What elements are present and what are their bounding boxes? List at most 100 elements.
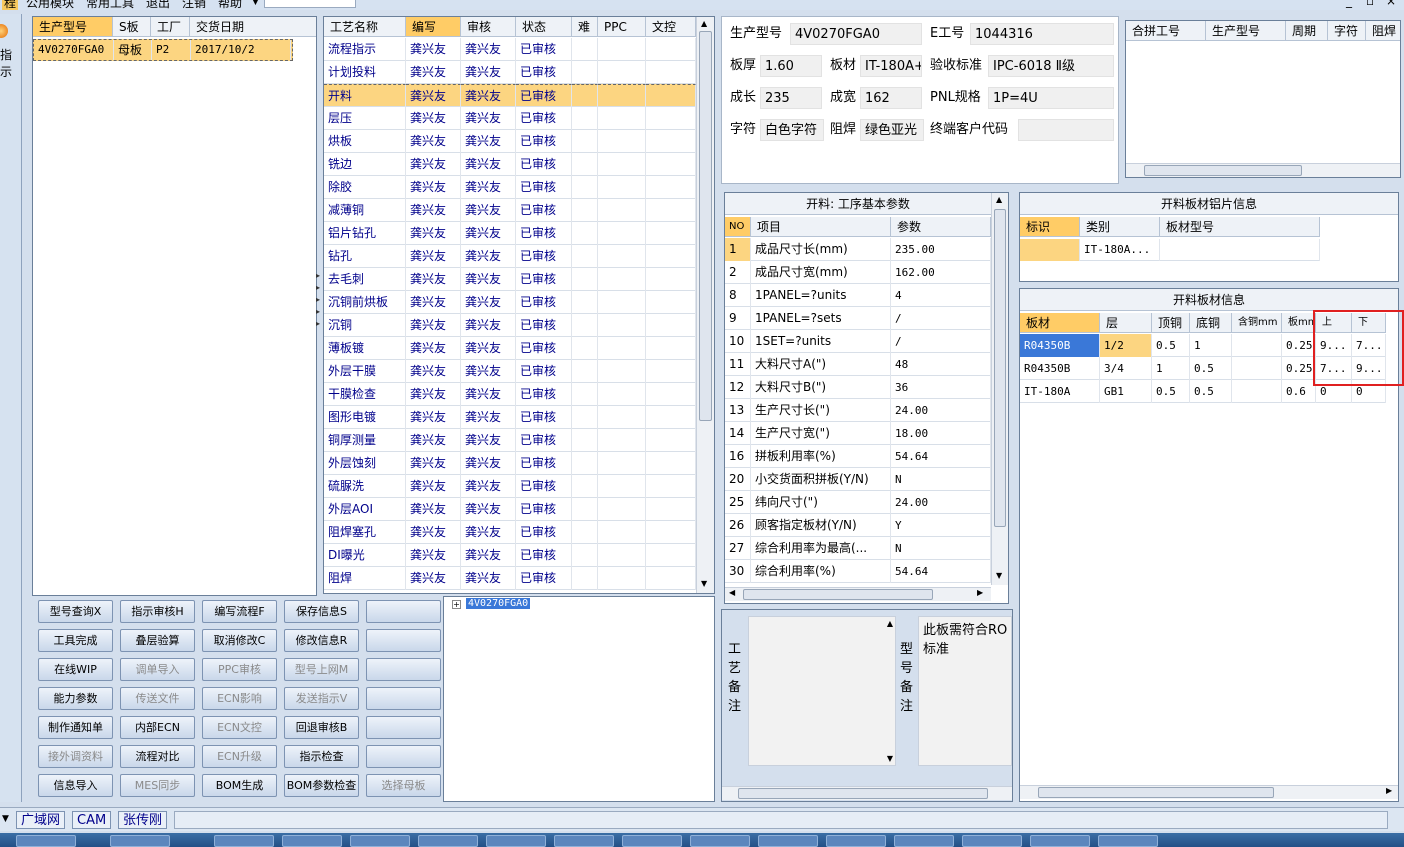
network-tag[interactable]: 广域网 xyxy=(16,811,66,829)
factory-col-header[interactable]: 工厂 xyxy=(151,17,190,37)
param-row[interactable]: 14 生产尺寸宽(") 18.00 xyxy=(725,422,991,445)
delivery-col-header[interactable]: 交货日期 xyxy=(190,17,316,37)
process-row[interactable]: 硫脲洗 龚兴友 龚兴友 已审核 xyxy=(324,475,696,498)
button-1-1[interactable]: 叠层验算 xyxy=(120,629,195,652)
button-4-2[interactable]: ECN文控 xyxy=(202,716,277,739)
writer-col-header[interactable]: 编写 xyxy=(406,17,461,37)
params-value-header[interactable]: 参数 xyxy=(891,217,991,237)
process-row[interactable]: 开料 龚兴友 龚兴友 已审核 xyxy=(324,84,696,107)
blank-button[interactable] xyxy=(366,629,441,652)
combine-no-header[interactable]: 合拼工号 xyxy=(1126,21,1206,41)
sheet-col-header[interactable]: 层 xyxy=(1100,313,1152,333)
process-row[interactable]: 图形电镀 龚兴友 龚兴友 已审核 xyxy=(324,406,696,429)
process-row[interactable]: 外层蚀刻 龚兴友 龚兴友 已审核 xyxy=(324,452,696,475)
process-row[interactable]: 阻焊 龚兴友 龚兴友 已审核 xyxy=(324,567,696,590)
scroll-thumb[interactable] xyxy=(743,589,933,600)
scroll-right-icon[interactable]: ▶ xyxy=(1386,786,1392,795)
sheet-col-header[interactable]: 含铜mm xyxy=(1232,313,1282,333)
scroll-up-icon[interactable]: ▲ xyxy=(887,619,893,628)
button-3-3[interactable]: 发送指示V xyxy=(284,687,359,710)
button-5-0[interactable]: 接外调资料 xyxy=(38,745,113,768)
param-row[interactable]: 9 1PANEL=?sets / xyxy=(725,307,991,330)
param-row[interactable]: 1 成品尺寸长(mm) 235.00 xyxy=(725,238,991,261)
process-row[interactable]: 减薄铜 龚兴友 龚兴友 已审核 xyxy=(324,199,696,222)
instruction-icon[interactable] xyxy=(0,24,8,38)
combine-period-header[interactable]: 周期 xyxy=(1286,21,1328,41)
button-6-1[interactable]: MES同步 xyxy=(120,774,195,797)
sheet-col-header[interactable]: 板mm xyxy=(1282,313,1316,333)
alu-model-header[interactable]: 板材型号 xyxy=(1160,217,1320,237)
button-6-0[interactable]: 信息导入 xyxy=(38,774,113,797)
char-field[interactable]: 白色字符 xyxy=(760,119,824,141)
taskbar-item[interactable] xyxy=(214,835,274,847)
process-row[interactable]: 薄板镀 龚兴友 龚兴友 已审核 xyxy=(324,337,696,360)
button-0-0[interactable]: 型号查询X xyxy=(38,600,113,623)
combine-char-header[interactable]: 字符 xyxy=(1328,21,1366,41)
param-row[interactable]: 27 综合利用率为最高(... N xyxy=(725,537,991,560)
scroll-thumb[interactable] xyxy=(738,788,988,799)
left-strip-label[interactable]: 指示 xyxy=(0,46,21,80)
taskbar-item[interactable] xyxy=(110,835,170,847)
user-tag[interactable]: 张传刚 xyxy=(118,811,168,829)
blank-button[interactable] xyxy=(366,687,441,710)
width-field[interactable]: 162 xyxy=(860,87,922,109)
params-no-header[interactable]: NO xyxy=(725,217,751,237)
taskbar-item[interactable] xyxy=(1030,835,1090,847)
sheet-col-header[interactable]: 底铜 xyxy=(1190,313,1232,333)
menu-item-program[interactable]: 程 xyxy=(2,0,19,10)
splitter-handle[interactable]: ▸ ▸ ▸ ▸ ▸ xyxy=(316,270,322,340)
button-4-3[interactable]: 回退审核B xyxy=(284,716,359,739)
model-col-header[interactable]: 生产型号 xyxy=(33,17,113,37)
sboard-col-header[interactable]: S板 xyxy=(113,17,151,37)
scroll-thumb[interactable] xyxy=(699,31,712,421)
button-5-1[interactable]: 流程对比 xyxy=(120,745,195,768)
button-3-1[interactable]: 传送文件 xyxy=(120,687,195,710)
param-row[interactable]: 8 1PANEL=?units 4 xyxy=(725,284,991,307)
scroll-right-icon[interactable]: ▶ xyxy=(977,588,983,597)
menu-item-common[interactable]: 公用模块 xyxy=(26,0,74,10)
button-1-0[interactable]: 工具完成 xyxy=(38,629,113,652)
accept-field[interactable]: IPC-6018 Ⅱ级 xyxy=(988,55,1114,77)
menu-item-help[interactable]: 帮助 xyxy=(218,0,242,10)
param-row[interactable]: 2 成品尺寸宽(mm) 162.00 xyxy=(725,261,991,284)
taskbar-item[interactable] xyxy=(350,835,410,847)
combine-mask-header[interactable]: 阻焊 xyxy=(1366,21,1400,41)
process-row[interactable]: 去毛刺 龚兴友 龚兴友 已审核 xyxy=(324,268,696,291)
param-row[interactable]: 10 1SET=?units / xyxy=(725,330,991,353)
param-row[interactable]: 25 纬向尺寸(") 24.00 xyxy=(725,491,991,514)
process-row[interactable]: 除胶 龚兴友 龚兴友 已审核 xyxy=(324,176,696,199)
scroll-thumb[interactable] xyxy=(994,209,1006,527)
menu-item-tools[interactable]: 常用工具 xyxy=(86,0,134,10)
process-row[interactable]: 铣边 龚兴友 龚兴友 已审核 xyxy=(324,153,696,176)
craft-remark-input[interactable]: ▲ ▼ xyxy=(748,616,896,766)
doc-control-col-header[interactable]: 文控 xyxy=(646,17,696,37)
process-row[interactable]: 干膜检查 龚兴友 龚兴友 已审核 xyxy=(324,383,696,406)
scroll-down-icon[interactable]: ▼ xyxy=(887,754,893,763)
minimize-icon[interactable]: _ xyxy=(1346,0,1352,8)
button-6-4[interactable]: 选择母板 xyxy=(366,774,441,797)
scroll-up-icon[interactable]: ▲ xyxy=(996,195,1002,204)
process-row[interactable]: 钻孔 龚兴友 龚兴友 已审核 xyxy=(324,245,696,268)
button-3-2[interactable]: ECN影响 xyxy=(202,687,277,710)
blank-button[interactable] xyxy=(366,745,441,768)
scroll-up-icon[interactable]: ▲ xyxy=(701,19,707,28)
status-col-header[interactable]: 状态 xyxy=(516,17,572,37)
process-row[interactable]: 流程指示 龚兴友 龚兴友 已审核 xyxy=(324,38,696,61)
menu-item-exit[interactable]: 退出 xyxy=(146,0,170,10)
param-row[interactable]: 16 拼板利用率(%) 54.64 xyxy=(725,445,991,468)
alu-id-header[interactable]: 标识 xyxy=(1020,217,1080,237)
process-row[interactable]: 层压 龚兴友 龚兴友 已审核 xyxy=(324,107,696,130)
scroll-left-icon[interactable]: ◀ xyxy=(729,588,735,597)
chevron-down-icon[interactable]: ▼ xyxy=(252,0,259,7)
expand-icon[interactable]: + xyxy=(452,600,461,609)
taskbar-item[interactable] xyxy=(622,835,682,847)
button-3-0[interactable]: 能力参数 xyxy=(38,687,113,710)
taskbar-item[interactable] xyxy=(554,835,614,847)
taskbar-item[interactable] xyxy=(282,835,342,847)
param-row[interactable]: 13 生产尺寸长(") 24.00 xyxy=(725,399,991,422)
button-0-1[interactable]: 指示审核H xyxy=(120,600,195,623)
blank-button[interactable] xyxy=(366,716,441,739)
thickness-field[interactable]: 1.60 xyxy=(760,55,822,77)
alu-type-header[interactable]: 类别 xyxy=(1080,217,1160,237)
sheet-hscroll[interactable]: ▶ xyxy=(1020,785,1398,799)
